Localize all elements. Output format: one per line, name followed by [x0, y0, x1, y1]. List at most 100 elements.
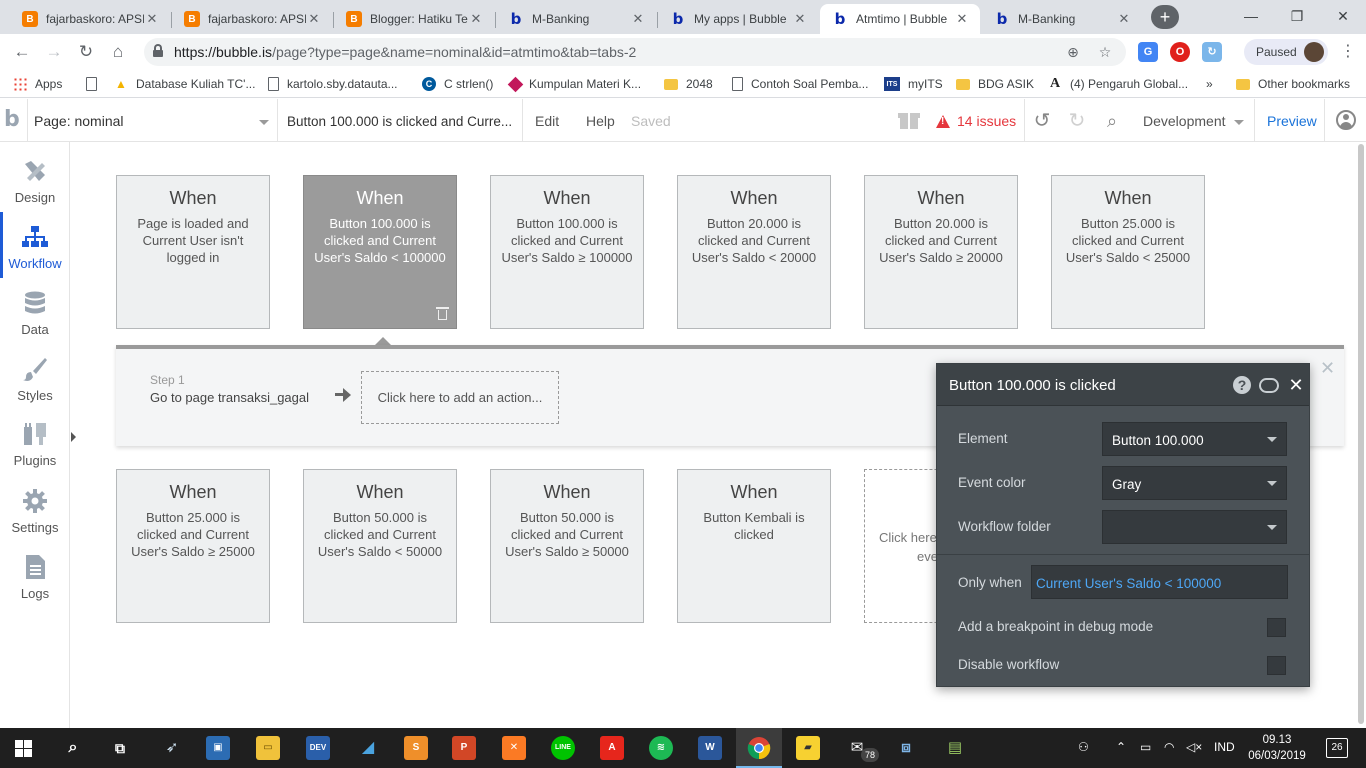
zoom-icon[interactable]: ⊕ [1062, 41, 1084, 63]
file-explorer-icon[interactable]: ▭ [256, 736, 280, 760]
browser-tab[interactable]: b M-Banking ✕ [496, 4, 656, 34]
acrobat-icon[interactable]: A [600, 736, 624, 760]
event-card[interactable]: When Button 50.000 is clicked and Curren… [303, 469, 457, 623]
event-card[interactable]: When Button 25.000 is clicked and Curren… [116, 469, 270, 623]
browser-tab[interactable]: B fajarbaskoro: APSI ✕ [172, 4, 332, 34]
bookmark-folder[interactable]: BDG ASIK [956, 76, 1034, 92]
word-icon[interactable]: W [698, 736, 722, 760]
chevron-up-icon[interactable]: ⌃ [1116, 740, 1126, 754]
bookmarks-overflow-button[interactable]: » [1206, 76, 1213, 92]
devcpp-icon[interactable]: DEV [306, 736, 330, 760]
close-icon[interactable]: ✕ [1287, 376, 1305, 394]
close-icon[interactable]: ✕ [144, 11, 160, 27]
bookmark-item[interactable] [86, 76, 105, 92]
volume-icon[interactable]: ◁× [1186, 740, 1202, 754]
event-card[interactable]: When Button 20.000 is clicked and Curren… [677, 175, 831, 329]
bookmark-item[interactable]: Contoh Soal Pemba... [732, 76, 868, 92]
close-window-icon[interactable]: ✕ [1320, 0, 1366, 34]
battery-icon[interactable]: ▭ [1140, 740, 1151, 754]
back-icon[interactable]: ← [10, 40, 34, 64]
event-card[interactable]: When Button 100.000 is clicked and Curre… [490, 175, 644, 329]
virtualbox-icon[interactable]: ▣ [206, 736, 230, 760]
bookmark-item[interactable]: ITS myITS [884, 76, 943, 92]
event-card[interactable]: When Button 25.000 is clicked and Curren… [1051, 175, 1205, 329]
bookmark-item[interactable]: ▲ Database Kuliah TC'... [114, 76, 255, 92]
gift-icon[interactable] [898, 110, 920, 130]
sidebar-item-data[interactable]: Data [0, 278, 70, 344]
system-clock[interactable]: 09.13 06/03/2019 [1246, 732, 1308, 764]
translate-icon[interactable]: G [1138, 42, 1158, 62]
task-view-icon[interactable]: ⧉ [108, 736, 132, 760]
environment-dropdown[interactable]: Development [1143, 113, 1244, 129]
close-icon[interactable]: ✕ [1116, 11, 1132, 27]
chrome-icon[interactable] [747, 736, 771, 760]
sidebar-item-workflow[interactable]: Workflow [0, 212, 70, 278]
sidebar-item-settings[interactable]: Settings [0, 476, 70, 542]
element-dropdown[interactable]: Button 100.000 [1102, 422, 1287, 456]
scrollbar-thumb[interactable] [1358, 144, 1364, 724]
comment-icon[interactable] [1259, 378, 1279, 393]
sidebar-item-styles[interactable]: Styles [0, 344, 70, 410]
home-icon[interactable]: ⌂ [106, 40, 130, 64]
bookmark-item[interactable]: kartolo.sby.datauta... [268, 76, 398, 92]
bookmark-item[interactable]: Kumpulan Materi K... [507, 76, 641, 92]
page-dropdown[interactable]: Page: nominal [34, 113, 270, 129]
workflow-search-dropdown[interactable]: Button 100.000 is clicked and Curre... [287, 114, 519, 129]
sticky-notes-icon[interactable]: ▰ [796, 736, 820, 760]
browser-menu-icon[interactable]: ⋮ [1340, 42, 1356, 62]
event-color-dropdown[interactable]: Gray [1102, 466, 1287, 500]
edit-menu[interactable]: Edit [535, 113, 559, 129]
search-icon[interactable]: ⌕ [61, 736, 85, 760]
language-indicator[interactable]: IND [1214, 740, 1235, 754]
opera-icon[interactable]: O [1170, 42, 1190, 62]
property-editor-header[interactable]: Button 100.000 is clicked ? ✕ [937, 364, 1309, 406]
event-card[interactable]: When Button 20.000 is clicked and Curren… [864, 175, 1018, 329]
shark-icon[interactable]: ◢ [356, 736, 380, 760]
close-icon[interactable]: ✕ [630, 11, 646, 27]
event-card[interactable]: When Page is loaded and Current User isn… [116, 175, 270, 329]
spotify-icon[interactable]: ≋ [649, 736, 673, 760]
star-icon[interactable]: ☆ [1094, 41, 1116, 63]
search-icon[interactable]: ⌕ [1100, 109, 1124, 133]
browser-tab[interactable]: b M-Banking ✕ [982, 4, 1142, 34]
bubble-logo[interactable]: b [4, 107, 26, 133]
notification-center-icon[interactable]: 26 [1326, 738, 1348, 758]
line-icon[interactable]: LINE [551, 736, 575, 760]
wifi-icon[interactable]: ◠ [1164, 740, 1174, 754]
extension-icon[interactable]: ↻ [1202, 42, 1222, 62]
bookmark-apps[interactable]: Apps [13, 76, 62, 92]
close-icon[interactable]: ✕ [306, 11, 322, 27]
workflow-step[interactable]: Step 1 Go to page transaksi_gagal [150, 373, 330, 405]
workflow-folder-dropdown[interactable] [1102, 510, 1287, 544]
xampp-icon[interactable]: ✕ [502, 736, 526, 760]
breakpoint-checkbox[interactable] [1267, 618, 1286, 637]
windows-start-icon[interactable] [15, 740, 32, 757]
people-icon[interactable]: ⚇ [1078, 740, 1089, 754]
browser-tab-active[interactable]: b Atmtimo | Bubble ✕ [820, 4, 980, 34]
close-icon[interactable]: ✕ [1320, 358, 1335, 379]
issues-button[interactable]: 14 issues [936, 113, 1016, 129]
preview-button[interactable]: Preview [1267, 113, 1317, 129]
bookmark-folder[interactable]: Other bookmarks [1236, 76, 1350, 92]
new-tab-button[interactable]: + [1151, 5, 1179, 29]
bookmark-item[interactable]: A (4) Pengaruh Global... [1048, 76, 1188, 92]
trash-icon[interactable] [436, 307, 449, 320]
browser-tab[interactable]: B fajarbaskoro: APSI ✕ [10, 4, 170, 34]
close-icon[interactable]: ✕ [468, 11, 484, 27]
redo-icon[interactable]: ↻ [1065, 109, 1089, 133]
close-icon[interactable]: ✕ [792, 11, 808, 27]
sidebar-expand-icon[interactable] [71, 432, 76, 442]
only-when-condition-field[interactable]: Current User's Saldo < 100000 [1031, 565, 1288, 599]
wing-icon[interactable]: ➶ [160, 736, 184, 760]
restore-icon[interactable]: ❐ [1274, 0, 1320, 34]
user-account-icon[interactable] [1336, 110, 1356, 130]
address-bar[interactable]: https://bubble.is/page?type=page&name=no… [144, 38, 1126, 66]
profile-paused-button[interactable]: Paused [1244, 39, 1328, 65]
disable-workflow-checkbox[interactable] [1267, 656, 1286, 675]
minimize-icon[interactable]: — [1228, 0, 1274, 34]
sidebar-item-plugins[interactable]: Plugins [0, 409, 70, 475]
network-icon[interactable]: ⧈ [894, 736, 918, 760]
reload-icon[interactable]: ↻ [74, 40, 98, 64]
forward-icon[interactable]: → [42, 40, 66, 64]
powerpoint-icon[interactable]: P [452, 736, 476, 760]
